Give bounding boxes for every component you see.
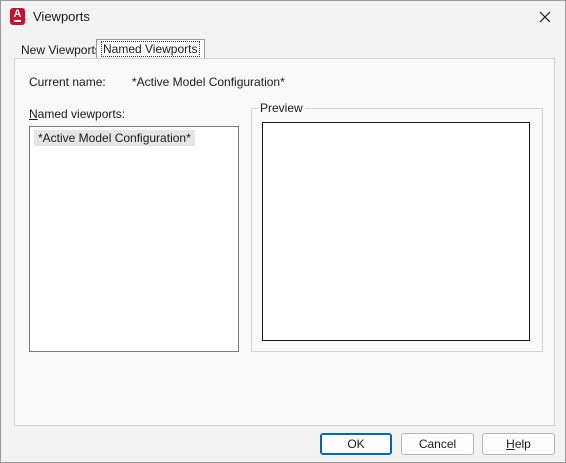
tab-new-viewports[interactable]: New Viewports [16,40,106,60]
ok-button[interactable]: OK [320,433,392,455]
preview-group: Preview [251,101,543,352]
autocad-app-icon: A [10,8,25,25]
named-viewports-label: Named viewports: [29,107,126,121]
preview-canvas [262,122,530,341]
current-name-value: *Active Model Configuration* [132,75,285,89]
close-icon [539,11,551,23]
named-viewports-panel: Current name: *Active Model Configuratio… [14,58,555,426]
current-name-label: Current name: [29,75,106,89]
preview-label: Preview [258,101,305,115]
title-bar: A Viewports [1,1,565,33]
list-item[interactable]: *Active Model Configuration* [34,130,195,146]
close-button[interactable] [525,1,565,33]
tab-named-viewports-label: Named Viewports [101,41,200,57]
tab-named-viewports[interactable]: Named Viewports [96,39,205,59]
help-button[interactable]: Help [482,433,555,455]
named-viewports-list[interactable]: *Active Model Configuration* [29,126,239,352]
viewports-dialog: A Viewports New Viewports Named Viewport… [0,0,566,463]
window-title: Viewports [33,9,90,24]
cancel-button[interactable]: Cancel [401,433,474,455]
